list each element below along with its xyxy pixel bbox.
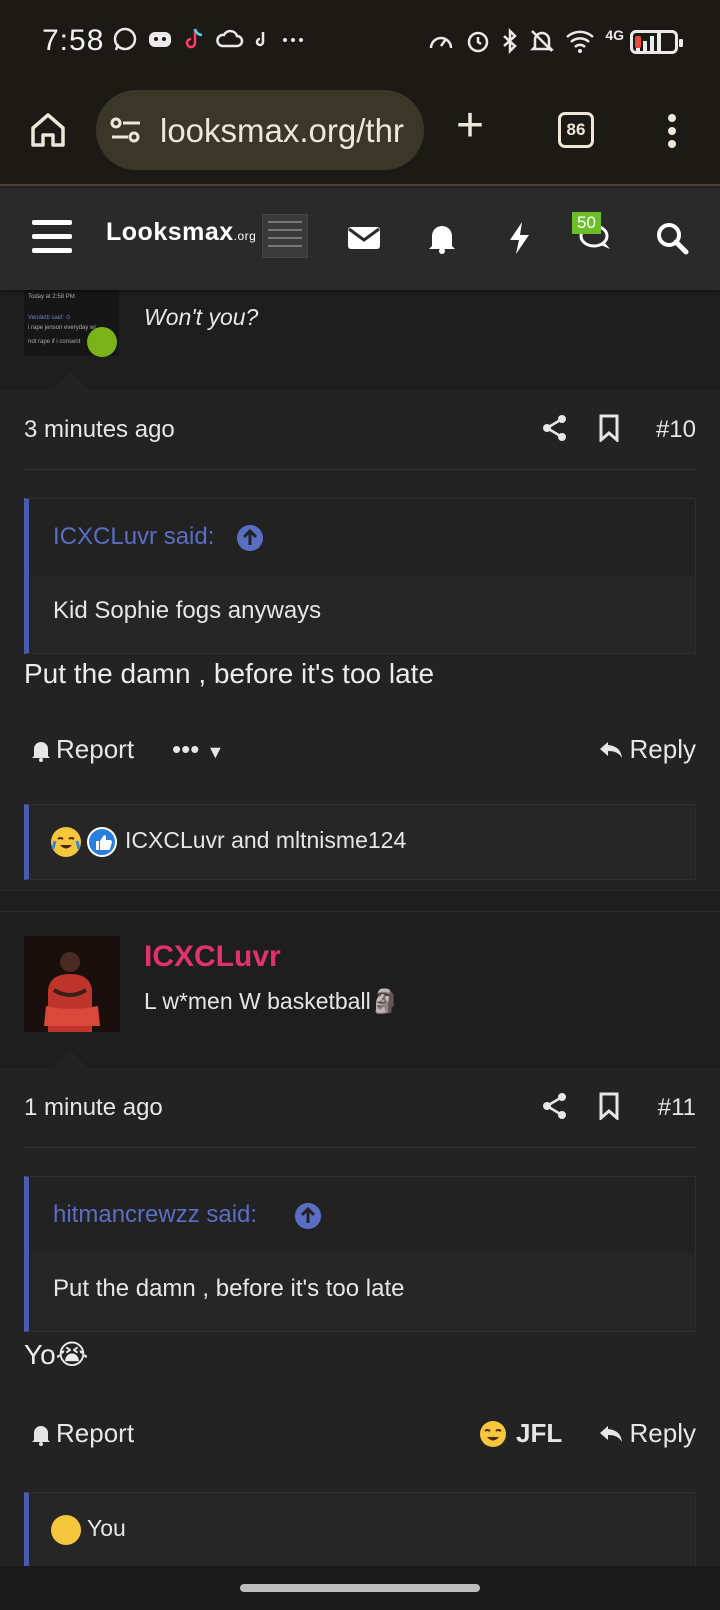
url-text: looksmax.org/thr [160,112,404,149]
post-separator [0,890,720,912]
user-title: Won't you? [144,304,259,330]
reactions-bar[interactable]: ICXCLuvr and mltnisme124 [24,804,696,880]
conversations-badge: 50 [572,212,601,234]
post-meta: 1 minute ago #11 [24,1068,696,1148]
quote-block: hitmancrewzz said: Put the damn , before… [24,1176,696,1332]
search-icon[interactable] [654,220,690,256]
quote-author[interactable]: ICXCLuvr said: [53,523,214,551]
angry-emoji-icon [51,1515,81,1545]
wifi-icon [566,30,595,53]
battery-icon [630,30,683,54]
user-avatar[interactable] [24,936,120,1032]
site-settings-icon[interactable] [110,116,142,144]
arrow-up-icon[interactable] [295,1203,321,1229]
tab-switcher-button[interactable]: 86 [558,112,594,148]
bookmark-icon[interactable] [598,414,620,442]
clock: 7:58 [42,24,105,57]
bell-icon [32,741,50,762]
thread-content: Today at 2:58 PM Vendetti said: ⊙ i rape… [0,290,720,1568]
share-icon[interactable] [542,414,568,442]
post-user-header: ICXCLuvr L w*men W basketball🗿 [0,912,720,1068]
browser-toolbar: looksmax.org/thr + 86 [0,84,720,186]
username[interactable]: ICXCLuvr [144,940,281,974]
post-actions: Report JFL Reply [24,1418,696,1458]
site-navbar: Looksmax.org 50 [0,188,720,290]
post-header-partial: Today at 2:58 PM Vendetti said: ⊙ i rape… [0,290,720,390]
bluetooth-icon [503,28,518,54]
like-icon [87,827,117,857]
bookmark-icon[interactable] [598,1092,620,1120]
status-bar: 7:58 4G [0,0,720,84]
post-meta: 3 minutes ago #10 [24,390,696,470]
jfl-label: JFL [516,1418,563,1448]
reply-label: Reply [629,734,696,764]
chevron-down-icon: ▼ [206,742,225,762]
system-icons: 4G [427,27,662,54]
caret-pointer [52,372,88,390]
bell-icon [32,1425,50,1446]
cloud-icon [216,29,244,48]
quote-header: ICXCLuvr said: [29,499,695,575]
bell-icon[interactable] [424,220,460,256]
post-number[interactable]: #11 [658,1094,696,1122]
post-time[interactable]: 1 minute ago [24,1094,163,1122]
whatsapp-icon [113,27,137,51]
more-icon [283,38,303,42]
post-message: Put the damn , before it's too late [24,658,435,689]
inbox-icon[interactable] [346,220,382,256]
report-label: Report [56,734,135,764]
gesture-handle[interactable] [240,1584,480,1592]
post-message: Yo😭 [24,1339,89,1370]
post-actions: Report ••• ▼ Reply [24,734,696,774]
alarm-icon [468,31,489,53]
post-number[interactable]: #10 [656,416,696,444]
reactions-users: ICXCLuvr and mltnisme124 [125,827,407,853]
quote-text: Kid Sophie fogs anyways [53,597,322,624]
speed-icon [430,36,453,49]
reply-button[interactable]: Reply [598,734,696,765]
user-title: L w*men W basketball🗿 [144,988,400,1014]
site-logo[interactable]: Looksmax.org [106,218,256,247]
reply-label: Reply [629,1418,696,1448]
post: 1 minute ago #11 hitmancrewzz said: Put … [0,1068,720,1568]
quote-text: Put the damn , before it's too late [53,1275,405,1302]
notification-icons [112,26,306,52]
quote-header: hitmancrewzz said: [29,1177,695,1253]
address-bar[interactable]: looksmax.org/thr [96,90,424,170]
reactions-bar[interactable]: You [24,1492,696,1568]
tiktok-icon [185,28,203,49]
network-4g-icon: 4G [605,27,624,43]
reply-button[interactable]: Reply [598,1418,696,1449]
crying-laughing-emoji-icon [51,827,81,857]
crying-laughing-emoji-icon [480,1420,506,1447]
new-tab-icon[interactable]: + [456,102,484,150]
quote-block: ICXCLuvr said: Kid Sophie fogs anyways [24,498,696,654]
browser-menu-icon[interactable] [664,114,680,154]
more-options-button[interactable]: ••• ▼ [172,734,224,765]
account-avatar[interactable] [262,214,308,258]
reactions-users: You [87,1515,126,1541]
report-button[interactable]: Report [30,1418,134,1449]
quote-author[interactable]: hitmancrewzz said: [53,1201,257,1229]
reply-icon [599,741,622,758]
tiktok-icon [255,32,265,47]
hamburger-menu-icon[interactable] [32,220,72,254]
report-label: Report [56,1418,135,1448]
share-icon[interactable] [542,1092,568,1120]
home-icon[interactable] [28,110,68,150]
arrow-up-icon[interactable] [237,525,263,551]
post-time[interactable]: 3 minutes ago [24,416,175,444]
whats-new-bolt-icon[interactable] [502,220,538,256]
discord-icon [149,32,171,47]
mute-icon [530,30,555,52]
post: 3 minutes ago #10 ICXCLuvr said: Kid Sop… [0,390,720,890]
reply-icon [599,1425,622,1442]
caret-pointer [52,1050,88,1068]
jfl-reaction-button[interactable]: JFL [478,1418,562,1449]
online-status-dot [87,327,117,357]
report-button[interactable]: Report [30,734,134,765]
navigation-bar [0,1566,720,1610]
